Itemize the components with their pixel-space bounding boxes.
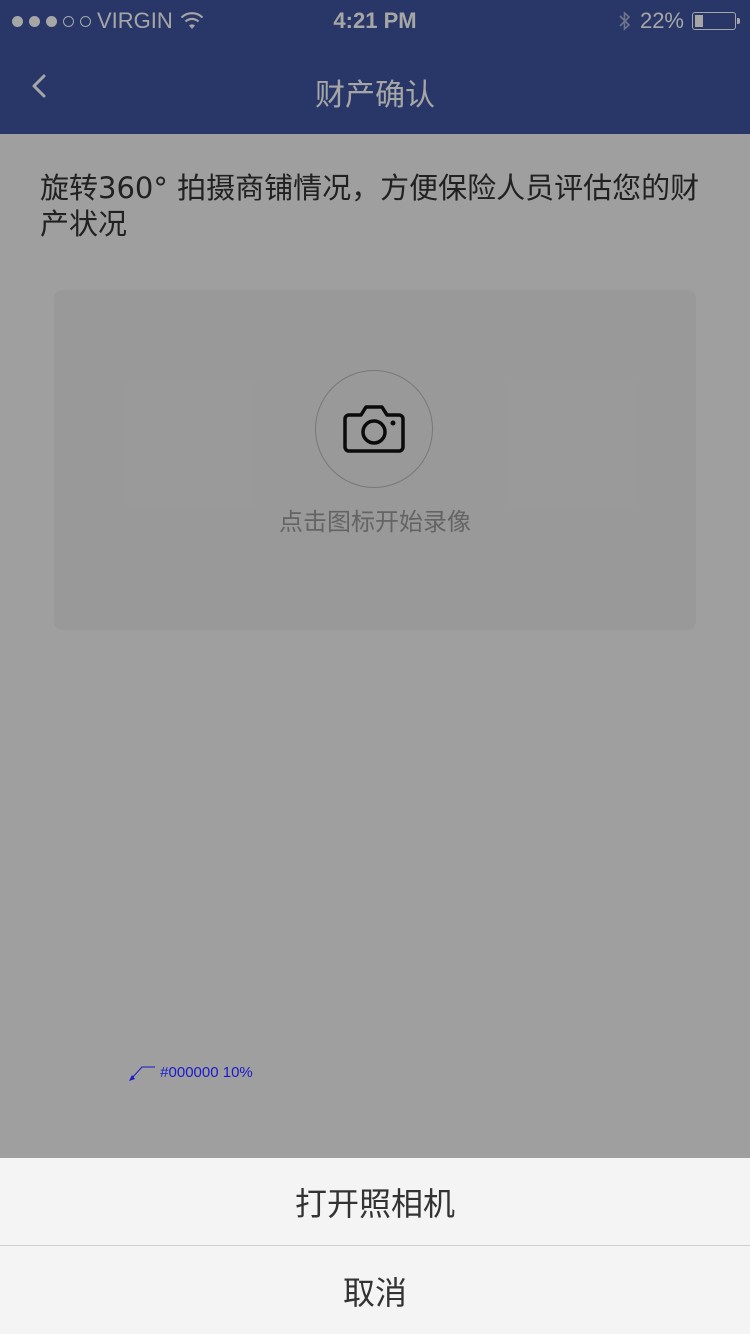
overlay-annotation-text: #000000 10% [160, 1064, 253, 1081]
cancel-button[interactable]: 取消 [0, 1247, 750, 1334]
open-camera-button[interactable]: 打开照相机 [0, 1158, 750, 1245]
overlay-annotation: #000000 10% [128, 1064, 253, 1082]
action-sheet: 打开照相机 取消 [0, 1158, 750, 1334]
dim-overlay[interactable] [0, 0, 750, 1158]
divider [0, 1245, 750, 1246]
arrow-icon [129, 1066, 155, 1082]
